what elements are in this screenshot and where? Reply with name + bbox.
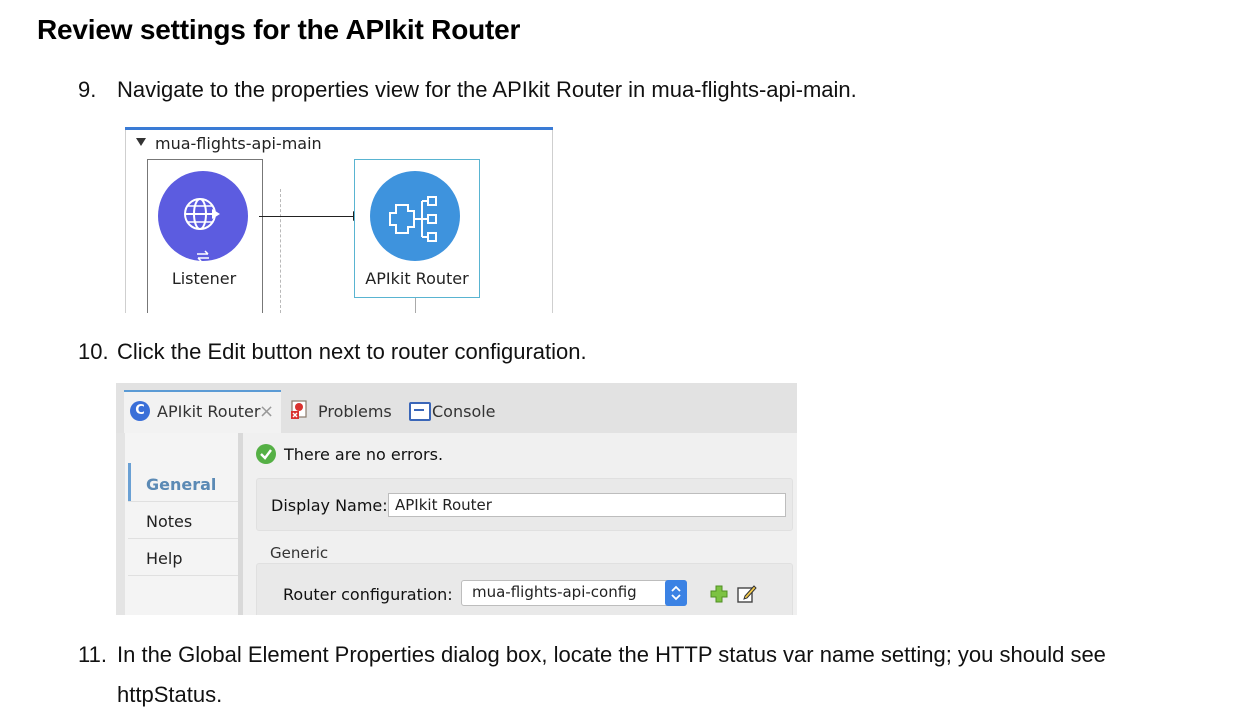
flow-name: mua-flights-api-main — [155, 134, 322, 153]
exchange-icon — [197, 250, 209, 262]
add-plus-icon[interactable] — [710, 585, 728, 603]
step-text: Click the Edit button next to router con… — [117, 339, 587, 364]
flow-left-border — [125, 130, 126, 313]
nav-item-general[interactable]: General — [146, 475, 216, 494]
flow-top-border — [125, 127, 553, 130]
nav-divider — [128, 538, 238, 539]
check-circle-icon — [256, 444, 276, 464]
nav-item-help[interactable]: Help — [146, 549, 182, 568]
close-icon[interactable]: × — [259, 401, 274, 422]
tab-console[interactable]: Console — [432, 402, 496, 421]
router-node[interactable] — [370, 171, 460, 261]
step-number: 11. — [78, 642, 107, 667]
nav-item-notes[interactable]: Notes — [146, 512, 192, 531]
router-config-value: mua-flights-api-config — [472, 583, 637, 601]
chevron-up-down-icon[interactable] — [665, 580, 687, 606]
router-icon — [389, 196, 437, 242]
tab-problems[interactable]: Problems — [318, 402, 392, 421]
listener-node[interactable] — [158, 171, 248, 261]
tab-apikit-router-label[interactable]: APIkit Router — [157, 402, 260, 421]
step-text-continued: httpStatus. — [117, 682, 223, 707]
connector-line — [259, 216, 355, 217]
listener-label: Listener — [171, 269, 237, 288]
properties-panel: C APIkit Router × Problems Console Gener… — [116, 383, 797, 615]
section-heading: Review settings for the APIkit Router — [37, 14, 521, 45]
nav-strip — [116, 433, 125, 615]
status-message: There are no errors. — [284, 445, 444, 464]
step-number: 10. — [78, 339, 109, 364]
section-generic: Generic — [270, 544, 329, 562]
router-stem — [415, 298, 416, 313]
router-label: APIkit Router — [365, 269, 469, 288]
router-config-label: Router configuration: — [283, 585, 453, 604]
nav-selected-indicator — [128, 463, 131, 501]
flow-right-border — [552, 130, 553, 313]
edit-pencil-icon[interactable] — [736, 583, 758, 605]
collapse-triangle-icon[interactable] — [136, 138, 146, 146]
console-icon — [409, 402, 431, 421]
nav-divider — [128, 575, 238, 576]
flow-canvas: mua-flights-api-main Listener APIkit Rou… — [125, 127, 553, 313]
flow-divider — [280, 189, 281, 313]
step-text: Navigate to the properties view for the … — [117, 77, 857, 102]
globe-icon — [184, 198, 220, 230]
mule-component-icon: C — [130, 401, 150, 421]
step-number: 9. — [78, 77, 97, 102]
problems-icon — [291, 400, 307, 419]
step-text: In the Global Element Properties dialog … — [117, 642, 1106, 667]
display-name-input[interactable]: APIkit Router — [388, 493, 786, 517]
display-name-label: Display Name: — [271, 496, 388, 515]
router-config-select[interactable]: mua-flights-api-config — [461, 580, 687, 606]
nav-divider — [128, 501, 238, 502]
